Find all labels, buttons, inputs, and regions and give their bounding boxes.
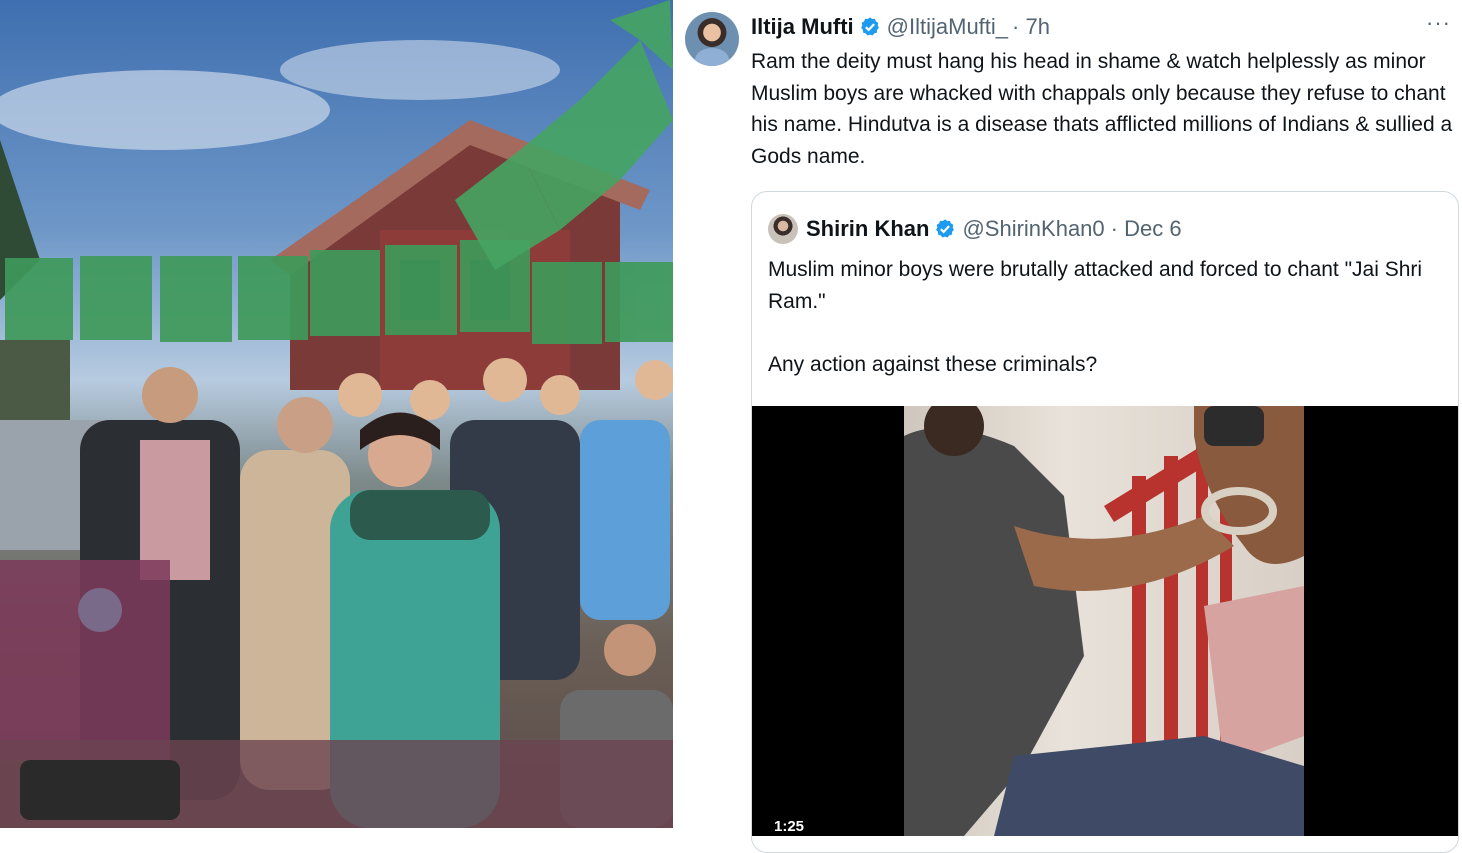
video-duration: 1:25 [774,818,805,835]
more-icon[interactable]: ··· [1426,12,1450,36]
quoted-tweet-line: Muslim minor boys were brutally attacked… [768,258,1423,313]
quoted-tweet-header: Shirin Khan @ShirinKhan0 · Dec 6 [768,214,1182,244]
author-name[interactable]: Iltija Mufti [751,14,854,40]
quoted-tweet-line: Any action against these criminals? [768,352,1098,376]
verified-badge-icon [860,17,879,36]
event-photo-scene [0,0,673,828]
quoted-author-avatar[interactable] [768,214,798,244]
quoted-author-name[interactable]: Shirin Khan [806,216,929,242]
quoted-tweet-time[interactable]: · Dec 6 [1111,216,1182,242]
verified-badge-icon [936,219,955,238]
event-photo [0,0,673,828]
quoted-author-handle[interactable]: @ShirinKhan0 [962,216,1104,242]
tweet-card[interactable]: Iltija Mufti @IltijaMufti_ · 7h ··· Ram … [673,0,1462,853]
author-handle[interactable]: @IltijaMufti_ [887,14,1008,40]
tweet-time[interactable]: · 7h [1012,14,1050,40]
author-avatar[interactable] [685,12,739,66]
quoted-tweet[interactable]: Shirin Khan @ShirinKhan0 · Dec 6 Muslim … [751,191,1459,853]
tweet-header: Iltija Mufti @IltijaMufti_ · 7h [751,14,1050,40]
quoted-tweet-body: Muslim minor boys were brutally attacked… [768,254,1448,380]
video-thumbnail-scene [904,406,1304,836]
tweet-body: Ram the deity must hang his head in sham… [751,50,1453,168]
video-player[interactable]: 1:25 [752,406,1458,836]
